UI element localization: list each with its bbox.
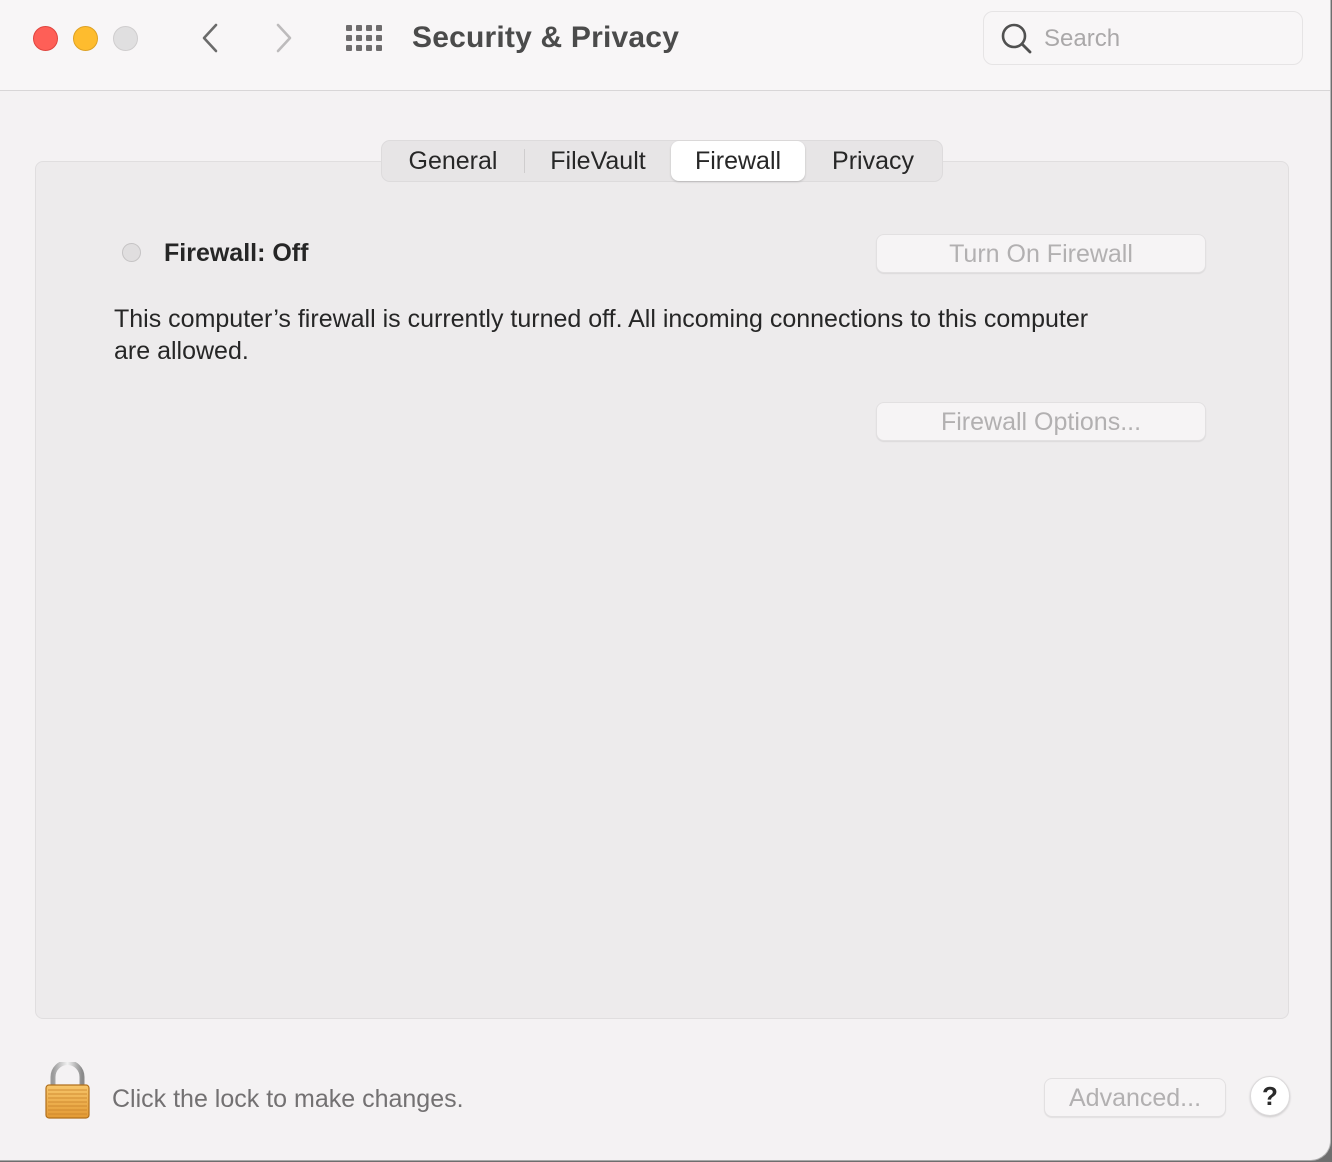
show-all-button[interactable] bbox=[344, 24, 384, 52]
zoom-button[interactable] bbox=[113, 26, 138, 51]
back-button[interactable] bbox=[190, 18, 230, 58]
turn-on-firewall-button[interactable]: Turn On Firewall bbox=[876, 234, 1206, 273]
window-title: Security & Privacy bbox=[412, 21, 680, 54]
tab-firewall[interactable]: Firewall bbox=[671, 141, 805, 181]
forward-button[interactable] bbox=[264, 18, 304, 58]
tab-privacy[interactable]: Privacy bbox=[805, 141, 941, 181]
tab-general[interactable]: General bbox=[382, 141, 524, 181]
lock-icon bbox=[45, 1060, 90, 1119]
title-bar: Security & Privacy bbox=[0, 0, 1330, 91]
firewall-status-label: Firewall: Off bbox=[164, 239, 309, 267]
tab-bar: General FileVault Firewall Privacy bbox=[381, 140, 943, 182]
chevron-right-icon bbox=[276, 23, 292, 53]
firewall-options-button[interactable]: Firewall Options... bbox=[876, 402, 1206, 441]
lock-hint-text: Click the lock to make changes. bbox=[112, 1085, 464, 1113]
grid-icon bbox=[346, 25, 382, 51]
minimize-button[interactable] bbox=[73, 26, 98, 51]
close-button[interactable] bbox=[33, 26, 58, 51]
search-field[interactable] bbox=[983, 11, 1303, 65]
preferences-window: Security & Privacy General FileVault Fir… bbox=[0, 0, 1331, 1161]
firewall-panel bbox=[35, 161, 1289, 1019]
tab-filevault[interactable]: FileVault bbox=[525, 141, 671, 181]
firewall-description: This computer’s firewall is currently tu… bbox=[114, 305, 1089, 365]
firewall-status-indicator bbox=[122, 243, 141, 262]
lock-button[interactable] bbox=[44, 1060, 91, 1119]
search-input[interactable] bbox=[1044, 22, 1284, 56]
advanced-button[interactable]: Advanced... bbox=[1044, 1078, 1226, 1117]
chevron-left-icon bbox=[202, 23, 218, 53]
search-icon bbox=[1001, 23, 1032, 54]
help-button[interactable]: ? bbox=[1250, 1076, 1290, 1116]
